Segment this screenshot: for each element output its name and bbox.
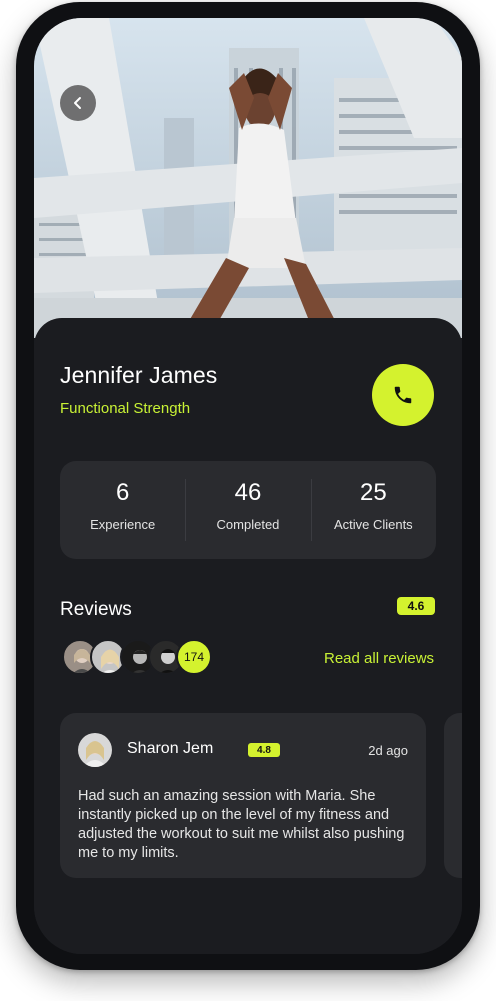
profile-panel: Jennifer James Functional Strength 6 Exp… [34,318,462,954]
stat-value: 46 [234,479,262,506]
trainer-photo [34,18,462,338]
back-button[interactable] [60,85,96,121]
trainer-name: Jennifer James [60,362,218,388]
app-screen: Jennifer James Functional Strength 6 Exp… [34,18,462,954]
stat-value: 6 [115,479,130,506]
review-time: 2d ago [368,743,408,758]
phone-frame: Jennifer James Functional Strength 6 Exp… [16,2,480,970]
stat-value: 25 [359,479,387,506]
next-review-card[interactable] [444,713,462,878]
trainer-specialty: Functional Strength [60,400,191,417]
reviewer-avatars[interactable]: 174 [62,639,222,677]
read-all-reviews-link[interactable]: Read all reviews [324,650,434,667]
phone-icon [394,386,412,404]
review-text: Had such an amazing session with Maria. … [78,788,405,861]
review-rating-badge: 4.8 [248,743,280,757]
stat-completed: 46 Completed [185,479,310,541]
reviewer-count-badge: 174 [176,639,212,675]
review-card[interactable]: Sharon Jem 4.8 2d ago Had such an amazin… [60,713,426,878]
stat-label: Experience [90,517,156,532]
stat-active-clients: 25 Active Clients [310,479,436,541]
reviews-heading: Reviews [60,599,132,620]
call-button[interactable] [372,364,434,426]
overall-rating-badge: 4.6 [397,597,435,615]
chevron-left-icon [74,97,81,109]
reviewer-name: Sharon Jem [127,740,214,757]
stat-experience: 6 Experience [60,479,185,541]
stat-label: Active Clients [333,517,413,532]
stat-label: Completed [216,517,280,532]
reviewer-avatar [78,733,112,767]
stats-card: 6 Experience 46 Completed 25 Active Clie… [60,461,436,559]
